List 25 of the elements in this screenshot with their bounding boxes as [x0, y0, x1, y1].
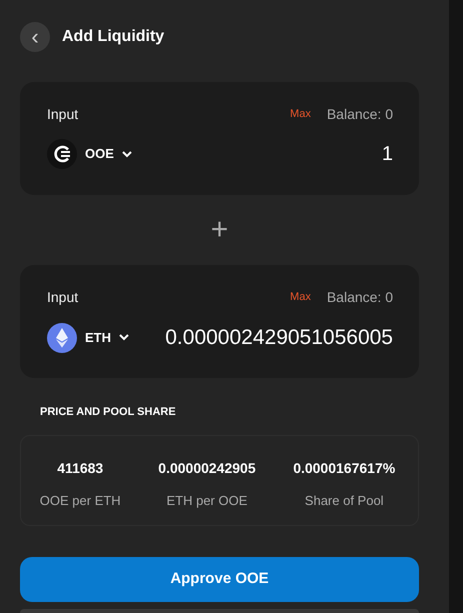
- stat-value: 411683: [56, 458, 104, 478]
- stat-label: ETH per OOE: [165, 492, 248, 510]
- ethereum-icon: [47, 322, 77, 353]
- token-selector[interactable]: OOE: [47, 139, 132, 169]
- stat-value: 0.00000242905: [157, 458, 257, 478]
- amount-field[interactable]: 0.000002429051056005: [145, 322, 393, 354]
- chevron-down-icon: [119, 334, 129, 342]
- max-link[interactable]: Max: [290, 289, 311, 306]
- stat-label: OOE per ETH: [38, 492, 122, 510]
- balance-text: Balance: 0: [326, 288, 393, 307]
- max-link[interactable]: Max: [290, 106, 311, 123]
- stat-value: 0.0000167617%: [292, 458, 396, 478]
- approve-button[interactable]: Approve OOE: [20, 556, 419, 602]
- input-label: Input: [47, 288, 78, 307]
- balance-text: Balance: 0: [326, 105, 393, 124]
- section-heading: PRICE AND POOL SHARE: [40, 405, 177, 420]
- back-button[interactable]: ‹: [20, 22, 50, 52]
- token-selector[interactable]: ETH: [47, 322, 129, 353]
- input-label: Input: [47, 105, 78, 124]
- page-title: Add Liquidity: [62, 27, 164, 47]
- plus-sign: +: [210, 215, 228, 245]
- token-logo-icon: [47, 139, 77, 169]
- stat-label: Share of Pool: [304, 492, 385, 510]
- amount-field[interactable]: 1: [148, 139, 393, 169]
- chevron-down-icon: [122, 150, 132, 158]
